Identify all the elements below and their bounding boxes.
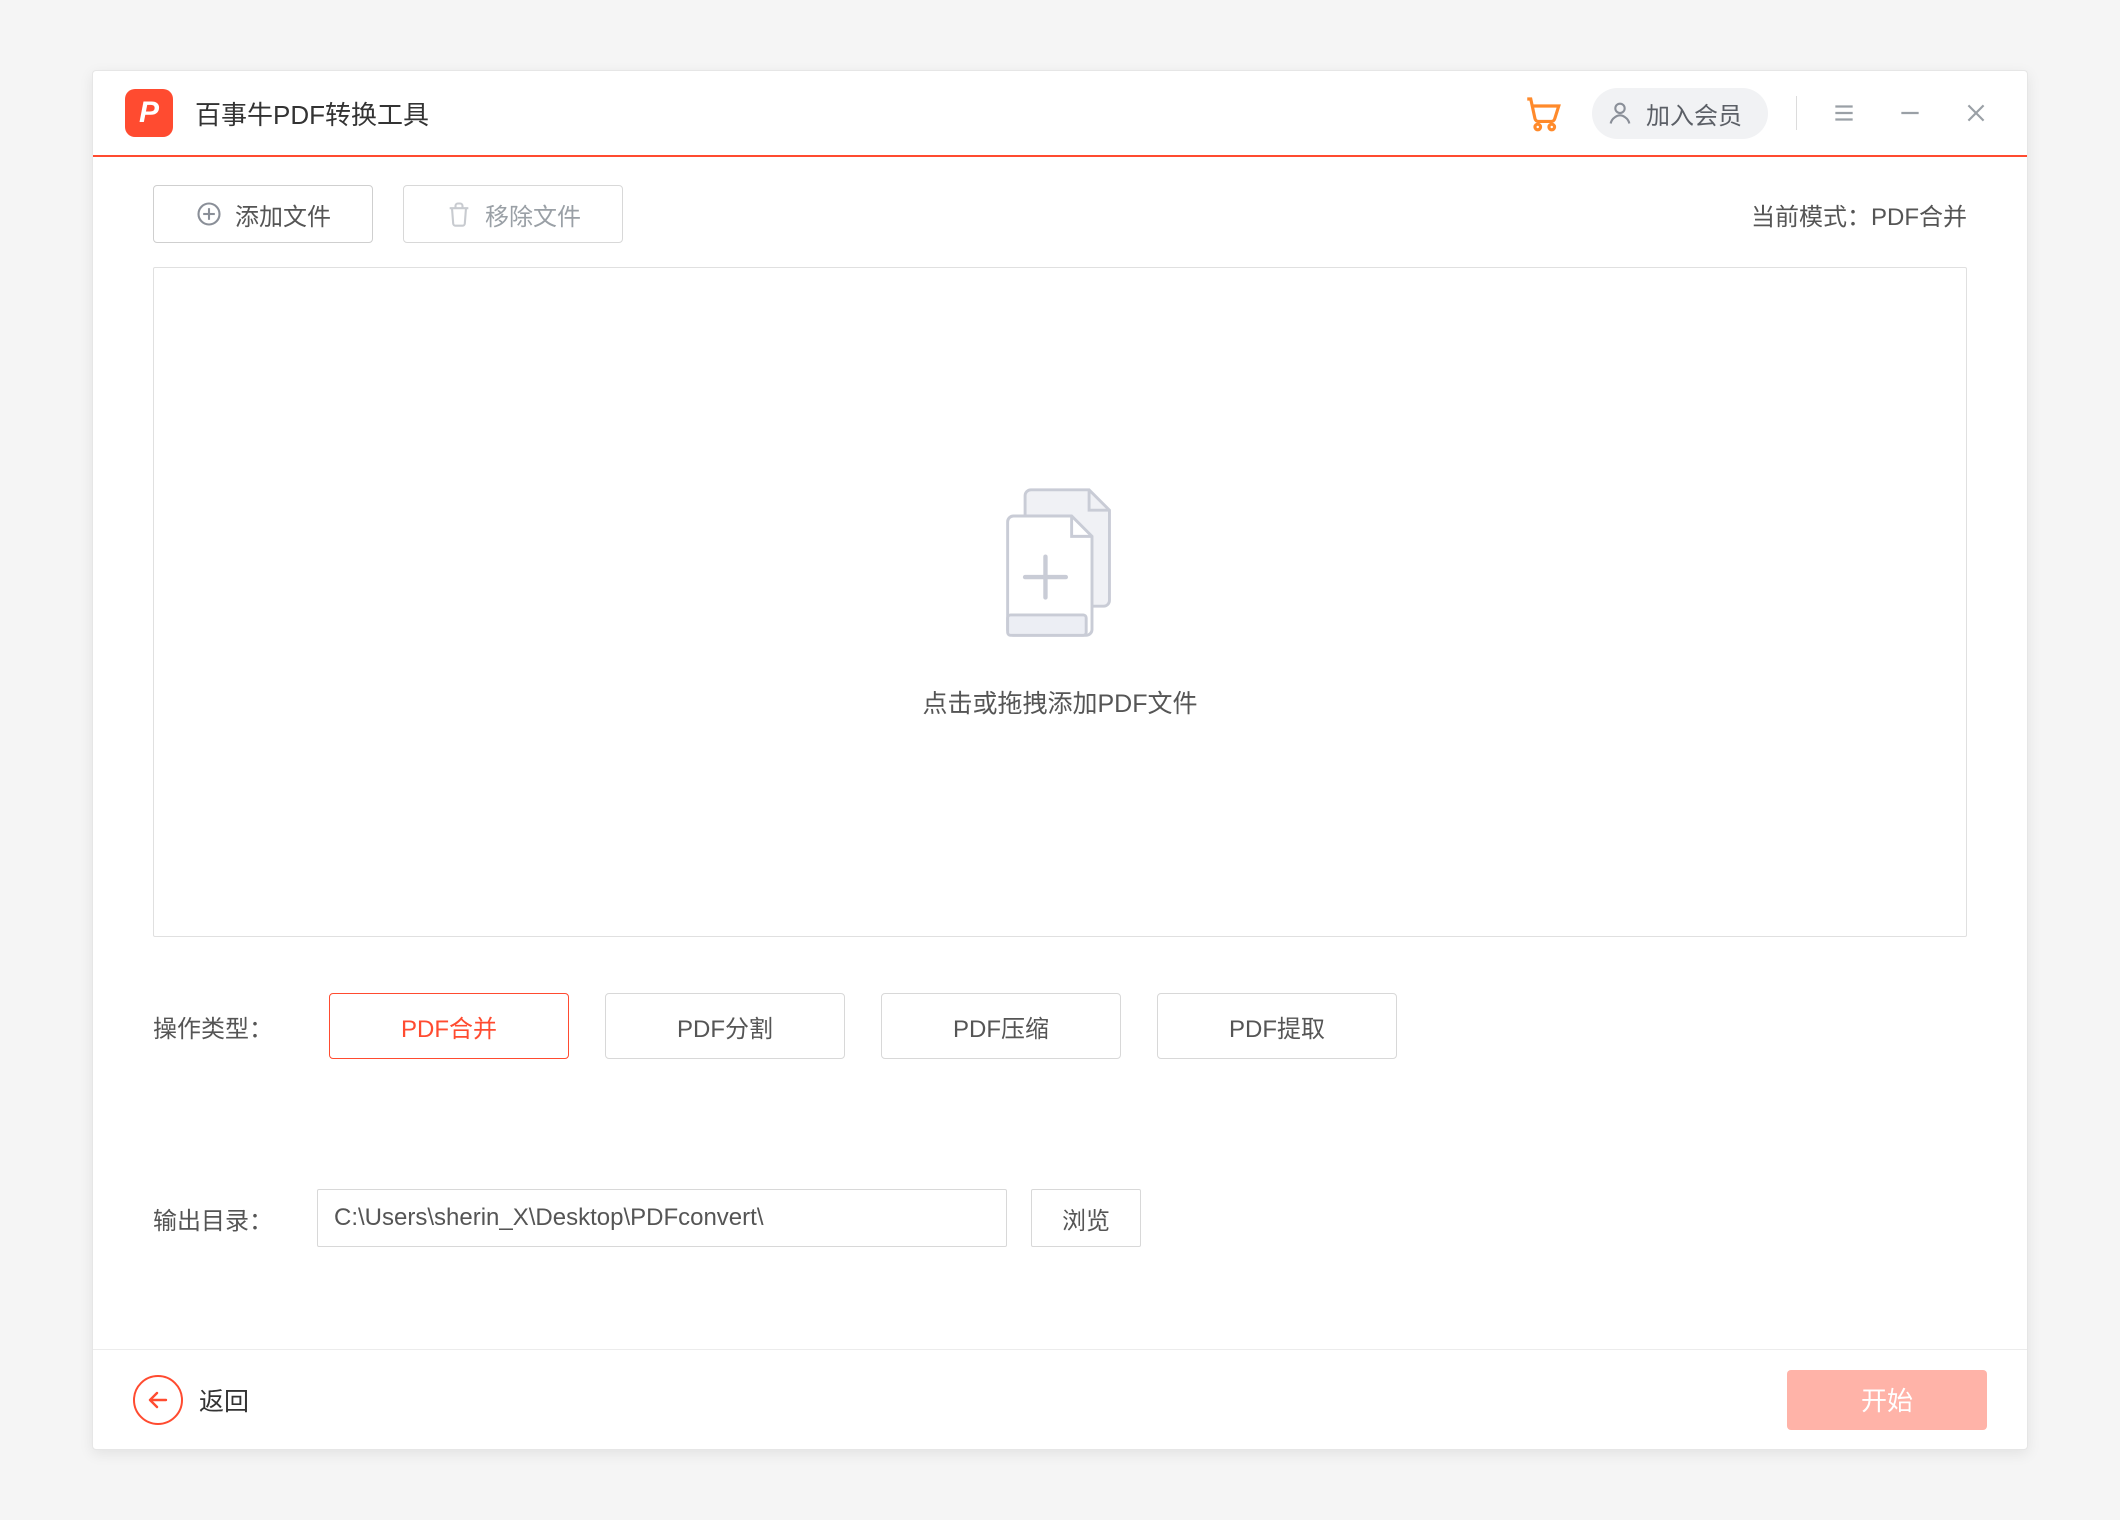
footer-bar: 返回 开始 xyxy=(93,1349,2027,1449)
start-button[interactable]: 开始 xyxy=(1787,1370,1987,1430)
remove-file-label: 移除文件 xyxy=(485,197,581,232)
back-button[interactable]: 返回 xyxy=(133,1375,249,1425)
file-toolbar: 添加文件 移除文件 当前模式：PDF合并 xyxy=(153,185,1967,243)
output-dir-input[interactable] xyxy=(317,1189,1007,1247)
operation-type-row: 操作类型： PDF合并 PDF分割 PDF压缩 PDF提取 xyxy=(153,993,1967,1059)
close-icon[interactable] xyxy=(1957,94,1995,132)
add-document-icon xyxy=(985,484,1135,644)
output-dir-label: 输出目录： xyxy=(153,1201,293,1236)
title-bar: P 百事牛PDF转换工具 加入会员 xyxy=(93,71,2027,157)
app-logo: P xyxy=(125,89,173,137)
app-window: P 百事牛PDF转换工具 加入会员 xyxy=(92,70,2028,1450)
output-dir-row: 输出目录： 浏览 xyxy=(153,1189,1967,1247)
op-btn-split[interactable]: PDF分割 xyxy=(605,993,845,1059)
op-btn-compress[interactable]: PDF压缩 xyxy=(881,993,1121,1059)
browse-button[interactable]: 浏览 xyxy=(1031,1189,1141,1247)
plus-circle-icon xyxy=(195,200,223,228)
cart-icon[interactable] xyxy=(1522,92,1564,134)
app-title: 百事牛PDF转换工具 xyxy=(195,95,429,132)
join-member-label: 加入会员 xyxy=(1646,96,1742,131)
add-file-label: 添加文件 xyxy=(235,197,331,232)
op-btn-merge[interactable]: PDF合并 xyxy=(329,993,569,1059)
operation-type-label: 操作类型： xyxy=(153,1009,293,1044)
title-bar-right: 加入会员 xyxy=(1522,88,1995,139)
app-logo-letter: P xyxy=(139,96,159,130)
current-mode-label: 当前模式：PDF合并 xyxy=(1751,197,1967,232)
title-bar-divider xyxy=(1796,96,1797,130)
dropzone-hint: 点击或拖拽添加PDF文件 xyxy=(922,684,1197,720)
join-member-button[interactable]: 加入会员 xyxy=(1592,88,1768,139)
back-label: 返回 xyxy=(199,1382,249,1418)
minimize-icon[interactable] xyxy=(1891,94,1929,132)
back-arrow-icon xyxy=(133,1375,183,1425)
file-dropzone[interactable]: 点击或拖拽添加PDF文件 xyxy=(153,267,1967,937)
menu-icon[interactable] xyxy=(1825,94,1863,132)
main-content: 添加文件 移除文件 当前模式：PDF合并 xyxy=(93,157,2027,1349)
trash-icon xyxy=(445,200,473,228)
user-icon xyxy=(1606,99,1634,127)
remove-file-button[interactable]: 移除文件 xyxy=(403,185,623,243)
add-file-button[interactable]: 添加文件 xyxy=(153,185,373,243)
op-btn-extract[interactable]: PDF提取 xyxy=(1157,993,1397,1059)
